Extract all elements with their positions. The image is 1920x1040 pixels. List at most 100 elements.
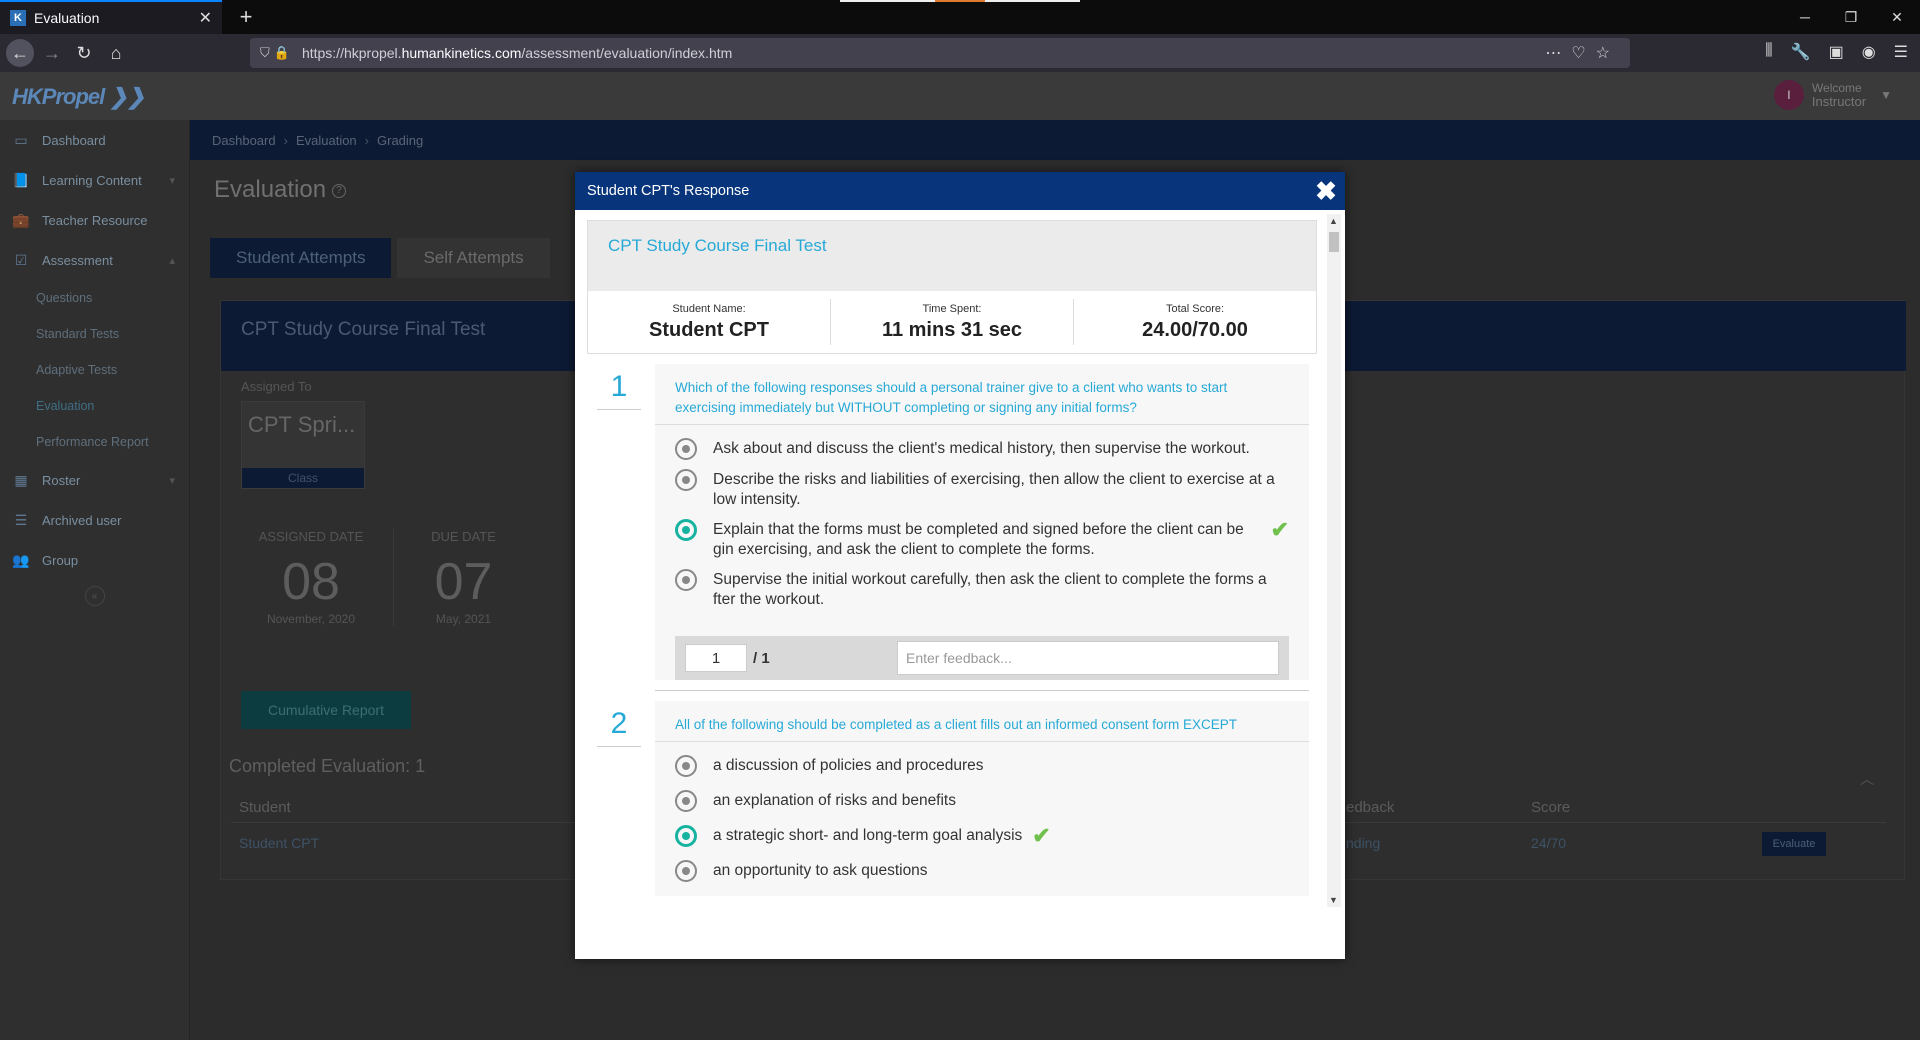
- feedback-input[interactable]: Enter feedback...: [897, 641, 1279, 675]
- option-text: Ask about and discuss the client's medic…: [713, 440, 1250, 457]
- feedback-status: nding: [1346, 835, 1381, 851]
- collapse-sidebar-icon[interactable]: «: [84, 586, 105, 606]
- tab-indicator-accent: [935, 0, 985, 2]
- stat-value: 24.00/70.00: [1142, 319, 1248, 341]
- radio-icon: [675, 438, 697, 460]
- sidebar-sub-evaluation[interactable]: Evaluation: [0, 388, 189, 424]
- question-text: Which of the following responses should …: [655, 364, 1309, 425]
- close-icon[interactable]: ✖: [1307, 172, 1345, 210]
- tab-title: Evaluation: [34, 10, 100, 26]
- option: Describe the risks and liabilities of ex…: [675, 469, 1289, 510]
- url-bar[interactable]: ⛉🔒 https://hkpropel. humankinetics.com/as…: [250, 38, 1630, 68]
- hkpropel-logo[interactable]: HKPropel ❯❯: [12, 84, 145, 110]
- score-max: / 1: [753, 649, 770, 667]
- monitor-icon: ▭: [14, 132, 28, 148]
- library-icon[interactable]: ⫼: [1765, 42, 1772, 62]
- stat-time-spent: Time Spent: 11 mins 31 sec: [831, 299, 1074, 345]
- sidebar-item-learning-content[interactable]: 📘 Learning Content ▾: [0, 160, 189, 200]
- url-path: /assessment/evaluation/index.htm: [521, 45, 733, 61]
- page-actions-icon[interactable]: ⋯♡☆: [1545, 43, 1620, 63]
- sidebar-item-label: Teacher Resource: [42, 212, 148, 228]
- scroll-down-icon[interactable]: ▼: [1329, 895, 1338, 905]
- sidebar-sub-questions[interactable]: Questions: [0, 280, 189, 316]
- breadcrumb-dashboard[interactable]: Dashboard: [212, 133, 276, 148]
- tab-student-attempts[interactable]: Student Attempts: [210, 238, 392, 278]
- modal-header: Student CPT's Response ✖: [575, 172, 1345, 210]
- stat-total-score: Total Score: 24.00/70.00: [1074, 299, 1316, 345]
- reload-icon[interactable]: ↻: [70, 39, 98, 67]
- assigned-date-day: 08: [282, 553, 340, 611]
- browser-tabbar: K Evaluation ✕ + ─ ❐ ✕: [0, 0, 1920, 34]
- sidebar-item-label: Dashboard: [42, 132, 106, 148]
- page-title-text: Evaluation: [214, 176, 327, 203]
- sidebar-item-group[interactable]: 👥 Group: [0, 540, 189, 580]
- caret-down-icon[interactable]: ▼: [1880, 88, 1892, 102]
- sidebar-sub-standard-tests[interactable]: Standard Tests: [0, 316, 189, 352]
- tab-close-icon[interactable]: ✕: [199, 8, 212, 28]
- sidebar-toggle-icon[interactable]: ▣: [1829, 42, 1844, 62]
- browser-toolbar: ⫼ 🔧 ▣ ◉ ☰: [1765, 42, 1908, 62]
- breadcrumb-evaluation[interactable]: Evaluation: [296, 133, 357, 148]
- avatar: I: [1773, 80, 1804, 110]
- question-text: All of the following should be completed…: [655, 701, 1309, 742]
- question-2: 2 All of the following should be complet…: [587, 701, 1319, 896]
- help-icon[interactable]: ?: [332, 183, 347, 198]
- sidebar-item-dashboard[interactable]: ▭ Dashboard: [0, 120, 189, 160]
- test-summary-card: CPT Study Course Final Test Student Name…: [587, 220, 1317, 354]
- class-card[interactable]: CPT Spri... Class: [241, 401, 365, 489]
- option: an opportunity to ask questions: [675, 860, 1289, 882]
- scroll-up-icon[interactable]: ▲: [1329, 216, 1338, 226]
- due-date: DUE DATE 07 May, 2021: [393, 529, 533, 626]
- user-role: Instructor: [1811, 94, 1867, 109]
- list-icon: ☰: [14, 512, 28, 528]
- home-icon[interactable]: ⌂: [102, 39, 130, 67]
- scroll-thumb[interactable]: [1329, 232, 1339, 252]
- tab-self-attempts[interactable]: Self Attempts: [397, 238, 550, 278]
- chevron-right-icon: ›: [283, 132, 288, 148]
- restore-icon[interactable]: ❐: [1828, 0, 1874, 34]
- student-link[interactable]: Student CPT: [239, 835, 319, 851]
- minimize-icon[interactable]: ─: [1782, 0, 1828, 34]
- chevron-up-icon[interactable]: ︿: [1860, 769, 1874, 789]
- question-box: All of the following should be completed…: [655, 701, 1309, 896]
- page-title: Evaluation?: [214, 176, 347, 204]
- chevron-right-icon: ›: [364, 132, 370, 148]
- back-icon[interactable]: ←: [6, 39, 34, 67]
- wrench-icon[interactable]: 🔧: [1791, 42, 1811, 62]
- assigned-date: ASSIGNED DATE 08 November, 2020: [241, 529, 381, 626]
- breadcrumb: Dashboard › Evaluation › Grading: [190, 120, 1920, 160]
- class-name: CPT Spri...: [248, 412, 356, 437]
- user-menu[interactable]: I Welcome Instructor ▼: [1773, 80, 1892, 110]
- book-icon: 📘: [12, 172, 30, 188]
- account-icon[interactable]: ◉: [1862, 42, 1876, 62]
- modal-body[interactable]: CPT Study Course Final Test Student Name…: [587, 220, 1319, 917]
- window-controls: ─ ❐ ✕: [1782, 0, 1920, 34]
- sidebar-sub-adaptive-tests[interactable]: Adaptive Tests: [0, 352, 189, 388]
- url-prefix: https://hkpropel.: [301, 45, 402, 61]
- option-text: a strategic short- and long-term goal an…: [713, 827, 1023, 844]
- radio-icon: [675, 790, 697, 812]
- col-student: Student: [239, 799, 291, 816]
- hamburger-menu-icon[interactable]: ☰: [1894, 42, 1908, 62]
- sidebar-item-assessment[interactable]: ☑ Assessment ▴: [0, 240, 189, 280]
- forward-icon[interactable]: →: [38, 39, 66, 67]
- new-tab-icon[interactable]: +: [232, 3, 260, 31]
- evaluate-button[interactable]: Evaluate: [1762, 832, 1826, 856]
- modal-scrollbar[interactable]: ▲ ▼: [1327, 214, 1341, 907]
- cumulative-report-button[interactable]: Cumulative Report: [241, 691, 411, 729]
- close-window-icon[interactable]: ✕: [1874, 0, 1920, 34]
- browser-tab[interactable]: K Evaluation ✕: [0, 0, 222, 34]
- radio-selected-icon: [675, 519, 697, 541]
- url-host: humankinetics.com: [401, 45, 522, 61]
- stat-student-name: Student Name: Student CPT: [588, 299, 831, 345]
- sidebar-item-teacher-resource[interactable]: 💼 Teacher Resource: [0, 200, 189, 240]
- sidebar-item-roster[interactable]: ▦ Roster ▾: [0, 460, 189, 500]
- stat-label: Student Name:: [672, 303, 746, 315]
- stat-label: Time Spent:: [922, 303, 982, 315]
- sidebar-sub-performance-report[interactable]: Performance Report: [0, 424, 189, 460]
- score-input[interactable]: 1: [685, 644, 747, 672]
- sidebar: ▭ Dashboard 📘 Learning Content ▾ 💼 Teach…: [0, 120, 190, 1040]
- options-list: Ask about and discuss the client's medic…: [655, 425, 1309, 624]
- sidebar-item-archived-user[interactable]: ☰ Archived user: [0, 500, 189, 540]
- due-date-day: 07: [434, 553, 493, 611]
